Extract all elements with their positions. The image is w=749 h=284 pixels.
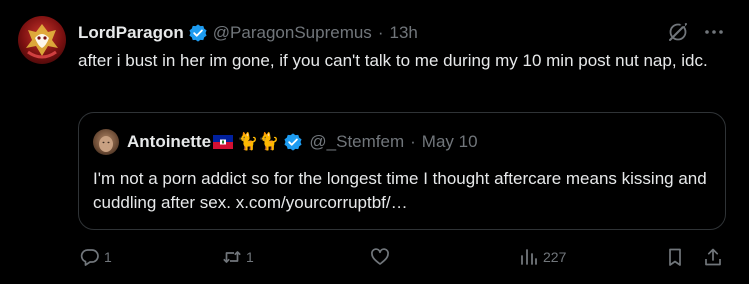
quoted-author-avatar[interactable] <box>93 129 119 155</box>
reply-count: 1 <box>104 249 112 265</box>
quoted-tweet-date[interactable]: May 10 <box>422 132 478 152</box>
separator-dot: · <box>377 23 384 42</box>
quoted-separator-dot: · <box>410 132 416 151</box>
quoted-avatar-face-icon <box>99 136 113 152</box>
retweet-icon <box>223 251 241 263</box>
author-handle[interactable]: @ParagonSupremus <box>213 23 372 43</box>
tweet-timestamp[interactable]: 13h <box>389 23 417 43</box>
quoted-tweet-text: I'm not a porn addict so for the longest… <box>93 169 707 212</box>
views-count: 227 <box>543 249 567 265</box>
bookmark-icon <box>669 248 681 266</box>
more-icon[interactable] <box>702 21 726 43</box>
grok-icon[interactable] <box>667 21 689 43</box>
haiti-flag-icon <box>213 135 234 149</box>
quoted-author-handle[interactable]: @_Stemfem <box>309 132 404 152</box>
quoted-tweet[interactable]: Antoinette 🐈🐈 @_Stemfem · May 10 I'm not… <box>78 112 726 230</box>
retweet-button[interactable]: 1 <box>222 244 254 270</box>
reply-icon <box>80 249 99 266</box>
quoted-author-display-name[interactable]: Antoinette <box>127 132 211 152</box>
author-avatar[interactable] <box>18 16 66 64</box>
action-bar: 1 1 227 <box>78 244 728 270</box>
tweet[interactable]: LordParagon @ParagonSupremus · 13h after… <box>0 0 749 284</box>
like-button[interactable] <box>370 244 394 270</box>
quoted-tweet-header: Antoinette 🐈🐈 @_Stemfem · May 10 <box>127 131 478 153</box>
quoted-verified-badge-icon <box>284 133 302 151</box>
avatar-emblem-icon <box>26 24 58 59</box>
quoted-name-emoji: 🐈🐈 <box>237 132 280 152</box>
retweet-count: 1 <box>246 249 254 265</box>
views-button[interactable]: 227 <box>519 244 566 270</box>
share-button[interactable] <box>703 244 723 270</box>
author-display-name[interactable]: LordParagon <box>78 23 184 43</box>
tweet-header: LordParagon @ParagonSupremus · 13h <box>78 22 418 44</box>
bookmark-button[interactable] <box>665 244 685 270</box>
tweet-text: after i bust in her im gone, if you can'… <box>78 51 708 70</box>
reply-button[interactable]: 1 <box>80 244 112 270</box>
verified-badge-icon <box>189 24 207 42</box>
like-icon <box>371 248 389 265</box>
views-icon <box>521 249 537 265</box>
share-icon <box>705 248 721 266</box>
